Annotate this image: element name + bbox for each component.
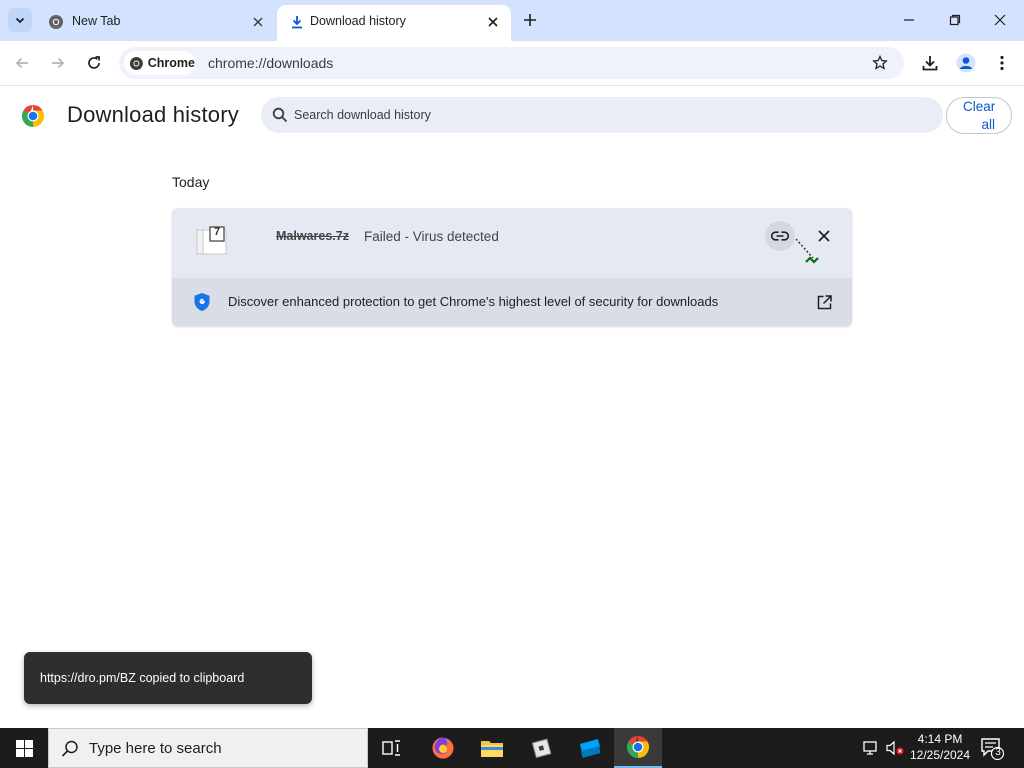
search-icon bbox=[61, 740, 78, 757]
download-icon bbox=[922, 56, 938, 71]
date-heading: Today bbox=[172, 174, 210, 190]
restore-icon bbox=[949, 14, 961, 26]
tab-new-tab[interactable]: New Tab bbox=[36, 5, 276, 41]
clock-date: 12/25/2024 bbox=[909, 748, 971, 762]
page-title: Download history bbox=[67, 102, 239, 127]
chrome-icon bbox=[626, 736, 650, 758]
back-button[interactable] bbox=[11, 52, 33, 74]
chrome-icon bbox=[129, 56, 143, 70]
forward-button[interactable] bbox=[47, 52, 69, 74]
archive-icon-label: 7 bbox=[214, 226, 221, 238]
drag-link-cursor-icon bbox=[795, 238, 819, 264]
enhanced-protection-promo: Discover enhanced protection to get Chro… bbox=[172, 278, 852, 326]
site-chip-label: Chrome bbox=[147, 56, 195, 70]
network-icon bbox=[863, 741, 877, 755]
task-view-icon bbox=[382, 740, 400, 756]
site-info-chip[interactable]: Chrome bbox=[124, 51, 195, 75]
chrome-favicon-icon bbox=[48, 14, 64, 30]
network-tray-button[interactable] bbox=[860, 728, 882, 768]
search-input[interactable] bbox=[294, 105, 914, 125]
taskbar-roblox[interactable] bbox=[517, 728, 565, 768]
open-external-icon bbox=[817, 294, 832, 309]
taskbar-search-placeholder: Type here to search bbox=[89, 740, 222, 757]
taskbar-search-box[interactable]: Type here to search bbox=[48, 728, 368, 768]
folder-icon bbox=[481, 741, 503, 757]
promo-text: Discover enhanced protection to get Chro… bbox=[228, 294, 719, 309]
arrow-left-icon bbox=[15, 57, 28, 69]
download-icon bbox=[289, 14, 305, 30]
three-dots-vertical-icon bbox=[1000, 55, 1004, 71]
minimize-button[interactable] bbox=[898, 9, 920, 31]
google-shield-icon bbox=[194, 293, 210, 311]
copied-toast: https://dro.pm/BZ copied to clipboard bbox=[24, 652, 312, 704]
clock-time: 4:14 PM bbox=[917, 732, 963, 746]
minimize-icon bbox=[904, 19, 914, 21]
url-text[interactable]: chrome://downloads bbox=[208, 55, 333, 71]
volume-tray-button[interactable] bbox=[884, 728, 906, 768]
downloads-header: Download history Clear all bbox=[0, 86, 1024, 146]
taskbar-chrome[interactable] bbox=[614, 728, 662, 768]
reload-button[interactable] bbox=[83, 52, 105, 74]
close-icon bbox=[994, 14, 1006, 26]
file-name: Malwares.7z bbox=[276, 229, 349, 243]
action-center-button[interactable]: 3 bbox=[980, 736, 1005, 761]
download-status: Failed - Virus detected bbox=[364, 229, 499, 244]
arrow-right-icon bbox=[52, 57, 65, 69]
taskbar-file-explorer[interactable] bbox=[468, 728, 516, 768]
windows-taskbar: Type here to search 4:14 PM 12/25/2024 3 bbox=[0, 728, 1024, 768]
reload-icon bbox=[88, 56, 100, 69]
search-icon bbox=[272, 107, 288, 123]
notification-count: 3 bbox=[995, 747, 1001, 758]
restore-button[interactable] bbox=[944, 9, 966, 31]
downloads-button[interactable] bbox=[919, 52, 941, 74]
clear-all-label-line1: Clear bbox=[963, 98, 996, 114]
tab-strip: New Tab Download history bbox=[0, 0, 1024, 41]
close-window-button[interactable] bbox=[989, 9, 1011, 31]
profile-avatar-icon bbox=[956, 53, 976, 73]
download-item: 7 Malwares.7z Failed - Virus detected Di… bbox=[172, 208, 852, 326]
windows-logo-icon bbox=[15, 739, 33, 757]
task-view-button[interactable] bbox=[368, 728, 416, 768]
download-item-main: 7 Malwares.7z Failed - Virus detected bbox=[172, 208, 852, 278]
copy-download-link-button[interactable] bbox=[765, 221, 795, 251]
start-button[interactable] bbox=[0, 728, 48, 768]
bookmark-star-icon[interactable] bbox=[870, 53, 890, 73]
tab-download-history[interactable]: Download history bbox=[277, 5, 511, 41]
search-downloads[interactable] bbox=[261, 97, 943, 133]
clear-all-button[interactable]: Clear all bbox=[946, 97, 1012, 134]
plus-icon bbox=[524, 14, 536, 26]
tab-title: Download history bbox=[310, 14, 406, 28]
browser-toolbar: Chrome chrome://downloads bbox=[0, 41, 1024, 86]
clear-all-label-line2: all bbox=[981, 116, 995, 132]
roblox-icon bbox=[531, 738, 552, 759]
taskbar-roblox-studio[interactable] bbox=[566, 728, 614, 768]
tab-search-button[interactable] bbox=[8, 8, 32, 32]
open-in-new-tab-link[interactable] bbox=[815, 293, 833, 311]
archive-file-icon bbox=[196, 226, 227, 255]
chrome-menu-button[interactable] bbox=[991, 52, 1013, 74]
close-tab-icon[interactable] bbox=[485, 14, 501, 30]
close-tab-icon[interactable] bbox=[250, 14, 266, 30]
tab-title: New Tab bbox=[72, 14, 121, 28]
firefox-icon bbox=[432, 737, 454, 759]
chrome-logo-icon bbox=[21, 105, 45, 127]
new-tab-button[interactable] bbox=[520, 10, 540, 30]
chevron-down-icon bbox=[15, 17, 25, 24]
address-bar[interactable]: Chrome chrome://downloads bbox=[119, 47, 904, 79]
roblox-studio-icon bbox=[580, 739, 601, 758]
toast-message: https://dro.pm/BZ copied to clipboard bbox=[40, 671, 245, 685]
system-clock[interactable]: 4:14 PM 12/25/2024 bbox=[906, 731, 974, 763]
taskbar-firefox[interactable] bbox=[419, 728, 467, 768]
link-icon bbox=[771, 231, 789, 241]
profile-button[interactable] bbox=[955, 52, 977, 74]
volume-muted-icon bbox=[886, 740, 904, 756]
